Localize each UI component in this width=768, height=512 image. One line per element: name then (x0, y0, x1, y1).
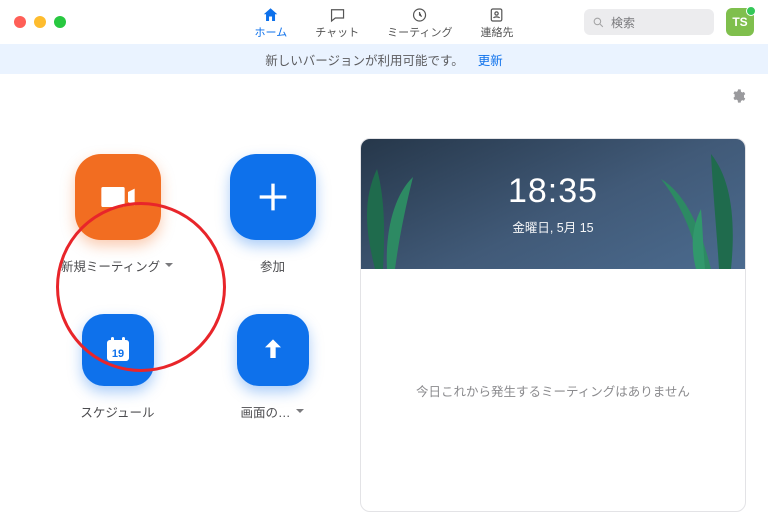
update-banner: 新しいバージョンが利用可能です。 更新 (0, 44, 768, 74)
tile-schedule: 19 スケジュール (40, 314, 195, 454)
schedule-button[interactable]: 19 (82, 314, 154, 386)
calendar-icon: 19 (102, 334, 134, 366)
clock-hero: 18:35 金曜日, 5月 15 (361, 139, 745, 269)
avatar-initials: TS (732, 15, 747, 29)
clock-time: 18:35 (508, 172, 598, 211)
tab-label: ミーティング (387, 24, 452, 40)
tab-contacts[interactable]: 連絡先 (480, 0, 513, 44)
chat-icon (328, 6, 346, 24)
tile-new-meeting: 新規ミーティング (40, 154, 195, 314)
tab-chat[interactable]: チャット (315, 0, 359, 44)
fullscreen-window-button[interactable] (54, 16, 66, 28)
search-input[interactable]: 検索 (584, 9, 714, 35)
clock-date: 金曜日, 5月 15 (512, 217, 593, 236)
contacts-icon (488, 6, 506, 24)
tab-label: チャット (315, 24, 359, 40)
tab-label: ホーム (255, 24, 288, 40)
tile-share-screen: 画面の… (195, 314, 350, 454)
arrow-up-icon (257, 334, 289, 366)
plant-decoration-left (360, 159, 435, 269)
join-button[interactable] (230, 154, 316, 240)
share-label: 画面の… (240, 402, 290, 421)
minimize-window-button[interactable] (34, 16, 46, 28)
tab-home[interactable]: ホーム (255, 0, 288, 44)
chevron-down-icon (164, 259, 174, 273)
join-label: 参加 (260, 256, 285, 275)
video-icon (98, 177, 138, 217)
close-window-button[interactable] (14, 16, 26, 28)
upcoming-card: 18:35 金曜日, 5月 15 今日これから発生するミーティングはありません (360, 138, 746, 512)
plus-icon (253, 177, 293, 217)
search-placeholder: 検索 (611, 14, 635, 31)
new-meeting-button[interactable] (75, 154, 161, 240)
home-icon (262, 6, 280, 24)
settings-button[interactable] (730, 88, 746, 109)
share-screen-button[interactable] (237, 314, 309, 386)
new-meeting-label: 新規ミーティング (61, 256, 160, 275)
main-content: 新規ミーティング 参加 19 スケジュール (0, 74, 768, 512)
schedule-label: スケジュール (80, 402, 154, 421)
search-icon (592, 16, 605, 29)
clock-icon (411, 6, 429, 24)
tab-meetings[interactable]: ミーティング (387, 0, 452, 44)
action-grid: 新規ミーティング 参加 19 スケジュール (40, 154, 350, 512)
update-message: 新しいバージョンが利用可能です。 (265, 50, 464, 69)
titlebar: ホーム チャット ミーティング 連絡先 検索 TS (0, 0, 768, 44)
plant-decoration-right (641, 149, 746, 269)
nav-tabs: ホーム チャット ミーティング 連絡先 (255, 0, 514, 44)
upcoming-empty-text: 今日これから発生するミーティングはありません (416, 381, 690, 400)
tile-join: 参加 (195, 154, 350, 314)
calendar-day-text: 19 (111, 348, 123, 360)
tab-label: 連絡先 (480, 24, 513, 40)
share-label-row[interactable]: 画面の… (240, 402, 304, 421)
window-controls (14, 16, 66, 28)
chevron-down-icon (295, 405, 305, 419)
new-meeting-label-row[interactable]: 新規ミーティング (61, 256, 174, 275)
avatar[interactable]: TS (726, 8, 754, 36)
update-link[interactable]: 更新 (478, 50, 503, 69)
